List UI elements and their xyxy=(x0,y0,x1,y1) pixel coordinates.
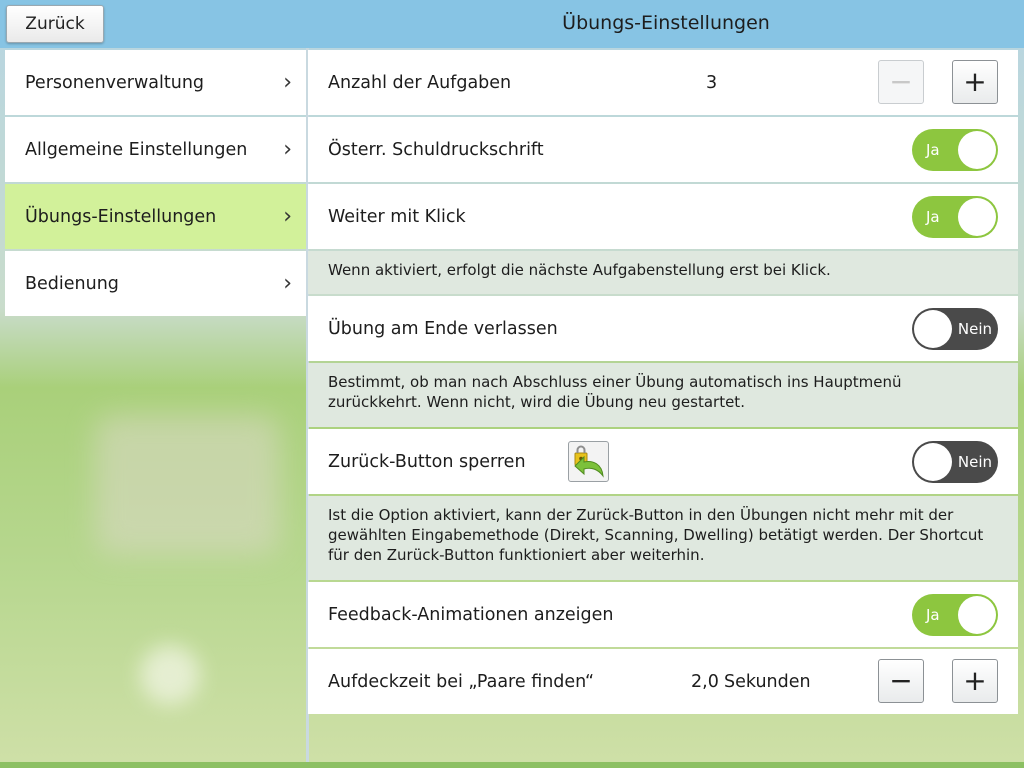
task-count-value: 3 xyxy=(706,72,718,93)
handwriting-toggle[interactable]: Ja xyxy=(912,129,998,171)
setting-label: Übung am Ende verlassen xyxy=(328,318,558,339)
header-bar: Zurück Übungs-Einstellungen xyxy=(0,0,1024,48)
sidebar-item-allgemeine-einstellungen[interactable]: Allgemeine Einstellungen › xyxy=(5,117,306,182)
toggle-label: Nein xyxy=(957,320,992,338)
sidebar-item-label: Übungs-Einstellungen xyxy=(25,206,217,227)
lock-back-toggle[interactable]: Nein xyxy=(912,441,998,483)
settings-panel: Anzahl der Aufgaben 3 − + Österr. Schuld… xyxy=(308,50,1018,716)
sidebar-item-label: Bedienung xyxy=(25,273,119,294)
sidebar-item-personenverwaltung[interactable]: Personenverwaltung › xyxy=(5,50,306,115)
toggle-label: Ja xyxy=(926,141,940,159)
toggle-knob xyxy=(958,198,996,236)
setting-row-feedback: Feedback-Animationen anzeigen Ja xyxy=(308,582,1018,647)
chevron-right-icon: › xyxy=(283,270,292,296)
increase-task-count-button[interactable]: + xyxy=(952,60,998,104)
setting-row-handwriting: Österr. Schuldruckschrift Ja xyxy=(308,117,1018,182)
feedback-toggle[interactable]: Ja xyxy=(912,594,998,636)
next-click-toggle[interactable]: Ja xyxy=(912,196,998,238)
toggle-label: Nein xyxy=(957,453,992,471)
reveal-time-unit: Sekunden xyxy=(724,671,811,692)
toggle-knob xyxy=(958,131,996,169)
setting-row-next-click: Weiter mit Klick Ja xyxy=(308,184,1018,249)
sidebar-item-label: Allgemeine Einstellungen xyxy=(25,139,248,160)
background-bottom-strip xyxy=(0,762,1024,768)
increase-reveal-time-button[interactable]: + xyxy=(952,659,998,703)
setting-row-lock-back: Zurück-Button sperren Nein xyxy=(308,429,1018,494)
setting-description-exit-end: Bestimmt, ob man nach Abschluss einer Üb… xyxy=(308,363,1018,427)
setting-description-next-click: Wenn aktiviert, erfolgt die nächste Aufg… xyxy=(308,251,1018,294)
setting-label: Anzahl der Aufgaben xyxy=(328,72,512,93)
toggle-label: Ja xyxy=(926,208,940,226)
chevron-right-icon: › xyxy=(283,69,292,95)
sidebar-item-label: Personenverwaltung xyxy=(25,72,205,93)
setting-label: Aufdeckzeit bei „Paare finden“ xyxy=(328,671,595,692)
decrease-reveal-time-button[interactable]: − xyxy=(878,659,924,703)
decrease-task-count-button[interactable]: − xyxy=(878,60,924,104)
toggle-knob xyxy=(914,310,952,348)
setting-row-exit-end: Übung am Ende verlassen Nein xyxy=(308,296,1018,361)
lock-back-arrow-icon xyxy=(568,441,609,482)
setting-label: Zurück-Button sperren xyxy=(328,451,526,472)
reveal-time-value: 2,0 xyxy=(691,671,719,692)
page-title: Übungs-Einstellungen xyxy=(562,12,770,34)
settings-sidebar: Personenverwaltung › Allgemeine Einstell… xyxy=(5,50,306,318)
background-glow xyxy=(140,645,200,705)
setting-label: Weiter mit Klick xyxy=(328,206,466,227)
setting-label: Feedback-Animationen anzeigen xyxy=(328,604,614,625)
back-button[interactable]: Zurück xyxy=(6,5,104,43)
setting-row-reveal-time: Aufdeckzeit bei „Paare finden“ 2,0 Sekun… xyxy=(308,649,1018,714)
background-blur-shape xyxy=(95,415,280,555)
setting-row-task-count: Anzahl der Aufgaben 3 − + xyxy=(308,50,1018,115)
sidebar-item-bedienung[interactable]: Bedienung › xyxy=(5,251,306,316)
sidebar-item-uebungs-einstellungen[interactable]: Übungs-Einstellungen › xyxy=(5,184,306,249)
toggle-knob xyxy=(914,443,952,481)
toggle-label: Ja xyxy=(926,606,940,624)
setting-label: Österr. Schuldruckschrift xyxy=(328,139,544,160)
toggle-knob xyxy=(958,596,996,634)
chevron-right-icon: › xyxy=(283,203,292,229)
chevron-right-icon: › xyxy=(283,136,292,162)
setting-description-lock-back: Ist die Option aktiviert, kann der Zurüc… xyxy=(308,496,1018,580)
exit-end-toggle[interactable]: Nein xyxy=(912,308,998,350)
